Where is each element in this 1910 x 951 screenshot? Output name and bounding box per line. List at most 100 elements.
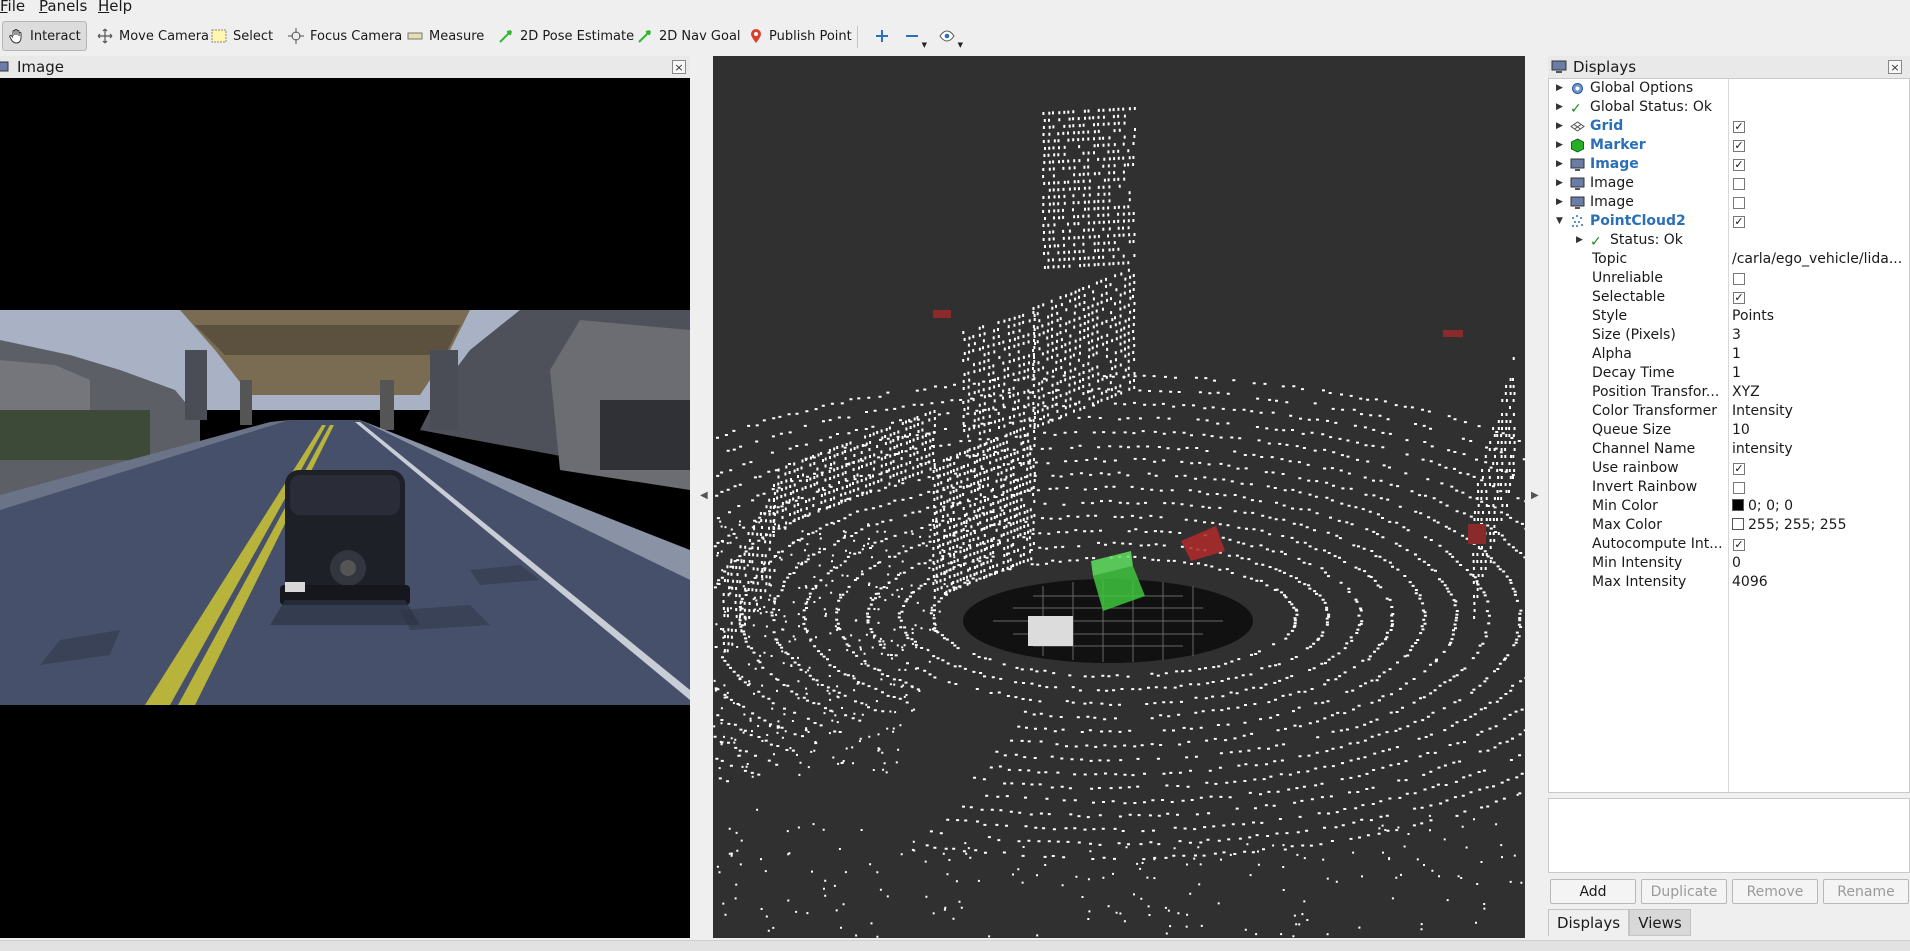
tree-row-marker[interactable]: ▶ Marker ✓ [1549,136,1909,155]
move-camera-tool-button[interactable]: Move Camera [92,21,214,51]
splitter-right-arrow-icon[interactable]: ▶ [1531,490,1539,501]
tree-row-pointcloud-status[interactable]: ▶ ✓ Status: Ok [1549,231,1909,250]
select-tool-button[interactable]: Select [206,21,278,51]
property-unreliable[interactable]: Unreliable [1549,269,1909,288]
property-max-intensity[interactable]: Max Intensity 4096 [1549,573,1909,592]
tree-row-image-1[interactable]: ▶ Image ✓ [1549,155,1909,174]
add-tool-button[interactable] [870,21,892,51]
expand-arrow-icon[interactable]: ▶ [1576,231,1583,250]
position-transformer-value[interactable]: XYZ [1732,383,1909,402]
marker-enabled-checkbox[interactable]: ✓ [1733,140,1745,152]
close-icon[interactable]: × [672,60,686,74]
image-1-enabled-checkbox[interactable]: ✓ [1733,159,1745,171]
unreliable-checkbox[interactable] [1733,273,1745,285]
style-value[interactable]: Points [1732,307,1909,326]
property-max-color[interactable]: Max Color 255; 255; 255 [1549,516,1909,535]
autocompute-intensity-checkbox[interactable]: ✓ [1733,539,1745,551]
tree-row-global-status[interactable]: ▶ ✓ Global Status: Ok [1549,98,1909,117]
alpha-value[interactable]: 1 [1732,345,1909,364]
remove-display-button[interactable]: Remove [1732,879,1818,904]
property-label: Channel Name [1592,441,1696,457]
select-label: Select [233,28,274,44]
channel-name-value[interactable]: intensity [1732,440,1909,459]
expand-arrow-icon[interactable]: ▶ [1556,98,1563,117]
property-label: Min Color [1592,498,1658,514]
image-3-enabled-checkbox[interactable] [1733,197,1745,209]
expand-arrow-icon[interactable]: ▶ [1556,174,1563,193]
pose-estimate-tool-button[interactable]: 2D Pose Estimate [493,21,639,51]
tree-row-image-3[interactable]: ▶ Image [1549,193,1909,212]
property-autocompute-intensity[interactable]: Autocompute Int... ✓ [1549,535,1909,554]
min-intensity-value[interactable]: 0 [1732,554,1909,573]
focus-camera-tool-button[interactable]: Focus Camera [283,21,407,51]
queue-size-value[interactable]: 10 [1732,421,1909,440]
menu-file[interactable]: File [0,0,25,15]
expand-arrow-icon[interactable]: ▶ [1556,136,1563,155]
property-decay-time[interactable]: Decay Time 1 [1549,364,1909,383]
property-style[interactable]: Style Points [1549,307,1909,326]
close-icon[interactable]: × [1888,60,1902,74]
property-invert-rainbow[interactable]: Invert Rainbow [1549,478,1909,497]
property-queue-size[interactable]: Queue Size 10 [1549,421,1909,440]
measure-tool-button[interactable]: Measure [402,21,489,51]
tree-row-grid[interactable]: ▶ Grid ✓ [1549,117,1909,136]
expand-arrow-icon[interactable]: ▶ [1556,155,1563,174]
camera-image-view[interactable] [0,78,690,938]
property-min-intensity[interactable]: Min Intensity 0 [1549,554,1909,573]
selectable-checkbox[interactable]: ✓ [1733,292,1745,304]
add-display-button[interactable]: Add [1550,879,1636,904]
property-use-rainbow[interactable]: Use rainbow ✓ [1549,459,1909,478]
measure-label: Measure [429,28,485,44]
view-tool-button[interactable]: ▼ [934,21,963,51]
grid-enabled-checkbox[interactable]: ✓ [1733,121,1745,133]
use-rainbow-checkbox[interactable]: ✓ [1733,463,1745,475]
image-panel-titlebar[interactable]: Image × [0,56,690,78]
3d-render-view[interactable] [713,56,1525,938]
topic-value[interactable]: /carla/ego_vehicle/lida... [1732,250,1909,269]
nav-goal-tool-button[interactable]: 2D Nav Goal [632,21,746,51]
expand-arrow-icon[interactable]: ▶ [1556,79,1563,98]
pointcloud2-enabled-checkbox[interactable]: ✓ [1733,216,1745,228]
tab-displays[interactable]: Displays [1548,909,1629,936]
property-size[interactable]: Size (Pixels) 3 [1549,326,1909,345]
tab-views[interactable]: Views [1629,909,1691,936]
point-cloud-icon [1572,215,1583,227]
property-selectable[interactable]: Selectable ✓ [1549,288,1909,307]
interact-tool-button[interactable]: Interact [2,21,87,51]
menu-help[interactable]: Help [98,0,132,15]
expand-arrow-icon[interactable]: ▶ [1556,117,1563,136]
tree-label: Status: Ok [1610,232,1683,248]
max-color-swatch [1732,518,1744,530]
property-position-transformer[interactable]: Position Transfor... XYZ [1549,383,1909,402]
property-topic[interactable]: Topic /carla/ego_vehicle/lida... [1549,250,1909,269]
max-color-value[interactable]: 255; 255; 255 [1732,516,1909,535]
menu-panels[interactable]: Panels [39,0,87,15]
property-alpha[interactable]: Alpha 1 [1549,345,1909,364]
point-cloud-render [713,107,1525,938]
tree-label: Image [1590,156,1639,172]
property-channel-name[interactable]: Channel Name intensity [1549,440,1909,459]
tree-label: Global Options [1590,80,1694,96]
displays-panel-titlebar[interactable]: Displays × [1548,56,1910,78]
tree-row-image-2[interactable]: ▶ Image [1549,174,1909,193]
property-min-color[interactable]: Min Color 0; 0; 0 [1549,497,1909,516]
invert-rainbow-checkbox[interactable] [1733,482,1745,494]
collapse-arrow-icon[interactable]: ▼ [1556,212,1563,231]
max-intensity-value[interactable]: 4096 [1732,573,1909,592]
tree-row-global-options[interactable]: ▶ Global Options [1549,79,1909,98]
rename-display-button[interactable]: Rename [1823,879,1909,904]
min-color-value[interactable]: 0; 0; 0 [1732,497,1909,516]
expand-arrow-icon[interactable]: ▶ [1556,193,1563,212]
property-color-transformer[interactable]: Color Transformer Intensity [1549,402,1909,421]
image-2-enabled-checkbox[interactable] [1733,178,1745,190]
decay-time-value[interactable]: 1 [1732,364,1909,383]
splitter-left-arrow-icon[interactable]: ◀ [700,490,708,501]
remove-tool-button[interactable]: ▼ [900,21,927,51]
green-cube-icon [1571,138,1584,153]
publish-point-tool-button[interactable]: Publish Point [744,21,857,51]
color-transformer-value[interactable]: Intensity [1732,402,1909,421]
duplicate-display-button[interactable]: Duplicate [1641,879,1727,904]
size-value[interactable]: 3 [1732,326,1909,345]
displays-tree[interactable]: ▶ Global Options ▶ ✓ Global Status: Ok ▶… [1548,78,1910,793]
tree-row-pointcloud2[interactable]: ▼ PointCloud2 ✓ [1549,212,1909,231]
